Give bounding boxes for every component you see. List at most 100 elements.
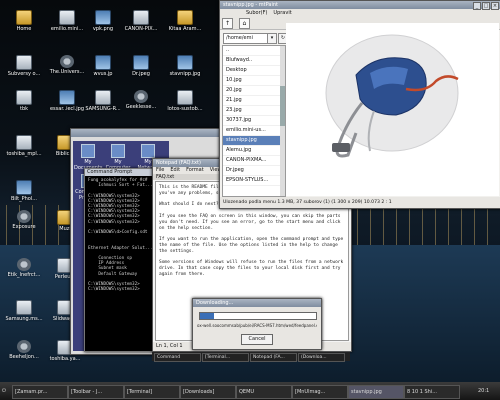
desktop-icon-label: SAMSUNG-R...: [85, 106, 121, 112]
file-list-item[interactable]: 20.jpg: [223, 86, 285, 96]
img-icon: [95, 55, 111, 70]
inner-task-button[interactable]: (Downloa...: [298, 353, 345, 362]
desktop-icon[interactable]: Kitaa Aram...: [164, 10, 206, 32]
shortcut-icon: [141, 144, 155, 158]
download-dialog[interactable]: Downloading... ox-well.soocommsab/pub/ei…: [192, 298, 322, 350]
inner-taskbar: Command [Terminal... Notepad (FA... (Downlo…: [152, 352, 350, 362]
image-viewer-menu-item[interactable]: Subor(F): [246, 10, 267, 16]
file-list-item[interactable]: 30737.jpg: [223, 116, 285, 126]
desktop-icon[interactable]: SAMSUNG-R...: [82, 90, 124, 112]
gear-icon: [17, 258, 31, 271]
desktop-icon-label: lotos-sustob...: [167, 106, 203, 112]
file-list-scrollbar[interactable]: [280, 46, 285, 196]
gear-icon: [134, 90, 148, 103]
desktop-icon[interactable]: Bilt_Phol...: [3, 180, 45, 202]
desktop-icon[interactable]: toshiba_mpl...: [3, 135, 45, 157]
cancel-button[interactable]: Cancel: [241, 334, 273, 345]
path-select[interactable]: /home/emi: [223, 33, 269, 44]
file-list-item[interactable]: emilio.mini-us...: [223, 126, 285, 136]
minimize-icon[interactable]: _: [473, 2, 481, 10]
up-arrow-icon[interactable]: ↑: [222, 18, 233, 29]
clock: 20:1: [478, 388, 490, 394]
taskbar-button[interactable]: 8 10 1 Shi...: [404, 385, 460, 399]
folder-icon: [16, 10, 32, 25]
desktop-icon[interactable]: Home: [3, 10, 45, 32]
image-viewer-window[interactable]: stavnipp.jpg - mtPaint _ □ × Subor(F) Uprav…: [219, 0, 500, 209]
desktop-icon-label: Home: [16, 26, 32, 32]
shortcut-icon: [111, 144, 125, 158]
desktop-icon[interactable]: Geeklesse...: [120, 90, 162, 110]
image-viewer-menubar: Subor(F) Upravit: [220, 9, 500, 17]
file-list-item[interactable]: 10.jpg: [223, 76, 285, 86]
file-manager-titlebar[interactable]: [71, 129, 221, 137]
inner-task-button[interactable]: Command: [154, 353, 201, 362]
desktop-icon-label: CANON-PIX...: [124, 26, 158, 32]
desktop-icon[interactable]: CANON-PIX...: [120, 10, 162, 32]
desktop-icon[interactable]: Samsung.ms...: [3, 300, 45, 322]
maximize-icon[interactable]: □: [482, 2, 490, 10]
download-title[interactable]: Downloading...: [193, 299, 321, 307]
file-list-item[interactable]: CANON-PIXMA...: [223, 156, 285, 166]
file-list-item[interactable]: ..: [223, 46, 285, 56]
desktop-icon-label: toshiba.ya...: [49, 356, 81, 362]
file-list-item[interactable]: Dr.jpeg: [223, 166, 285, 176]
desktop-icon[interactable]: vpk.png: [82, 10, 124, 32]
taskbar-button[interactable]: stavnipp.jpg: [348, 385, 404, 399]
home-icon[interactable]: ⌂: [238, 18, 250, 29]
chevron-down-icon[interactable]: ▾: [267, 33, 277, 44]
taskbar-button[interactable]: QEMU: [236, 385, 292, 399]
download-url: ox-well.soocommsab/pub/ei/RACS-MS7.htm/w…: [197, 323, 317, 328]
taskbar-button[interactable]: [Zamam.pr...: [12, 385, 68, 399]
desktop-icon[interactable]: wvus.jp: [82, 55, 124, 77]
close-icon[interactable]: ×: [491, 2, 499, 10]
file-list[interactable]: .. Blufwayd.. Desktop 10.jpg 20.jpg 21.jpg 23.…: [222, 45, 286, 197]
file-icon: [59, 10, 75, 25]
desktop-icon-label: toshiba_mpl...: [6, 151, 42, 157]
desktop-icon[interactable]: stavnipp.jpg: [164, 55, 206, 77]
shortcut-icon: [81, 144, 95, 158]
editor-menu-item[interactable]: Edit: [170, 167, 180, 173]
file-list-item[interactable]: stavnipp.jpg: [223, 136, 285, 146]
file-icon: [16, 300, 32, 315]
download-progress-bar: [199, 312, 317, 320]
taskbar-button[interactable]: [Terminal]: [124, 385, 180, 399]
editor-menu-item[interactable]: File: [156, 167, 164, 173]
file-list-item[interactable]: Desktop: [223, 66, 285, 76]
taskbar-button[interactable]: [Toolbar - J...: [68, 385, 124, 399]
folder-icon: [177, 10, 193, 25]
desktop-icon[interactable]: Exposure: [3, 210, 45, 230]
file-icon: [95, 90, 111, 105]
file-list-item[interactable]: EPSON-STYLUS...: [223, 176, 285, 186]
file-list-item[interactable]: Alemu.jpg: [223, 146, 285, 156]
img-icon: [133, 55, 149, 70]
shortcut-button[interactable]: My Computer: [104, 143, 132, 171]
inner-task-button[interactable]: [Terminal...: [202, 353, 249, 362]
image-viewer-menu-item[interactable]: Upravit: [273, 10, 291, 16]
file-icon: [16, 55, 32, 70]
desktop-icon-label: Subversy o...: [7, 71, 41, 77]
inner-task-button[interactable]: Notepad (FA...: [250, 353, 297, 362]
taskbar-button[interactable]: [Downloads]: [180, 385, 236, 399]
taskbar-button[interactable]: [MnUlmag...: [292, 385, 348, 399]
desktop-icon[interactable]: Subversy o...: [3, 55, 45, 77]
file-list-item[interactable]: 23.jpg: [223, 106, 285, 116]
file-list-item[interactable]: Blufwayd..: [223, 56, 285, 66]
shortcut-button[interactable]: My Documents: [74, 143, 103, 171]
device-photo: [325, 34, 459, 158]
desktop-icon[interactable]: Beeheljon...: [3, 340, 45, 360]
desktop-icon-label: wvus.jp: [93, 71, 113, 77]
scrollbar-thumb[interactable]: [280, 86, 285, 126]
menu-icon[interactable]: ⏻: [2, 386, 6, 396]
editor-menu-item[interactable]: Format: [186, 167, 204, 173]
desktop-icon[interactable]: lotos-sustob...: [164, 90, 206, 112]
file-list-item[interactable]: 21.jpg: [223, 96, 285, 106]
desktop-icon-label: Exposure: [12, 224, 36, 230]
desktop-icon[interactable]: tbk: [3, 90, 45, 112]
desktop-icon[interactable]: Etik_Inefrct...: [3, 258, 45, 278]
desktop-icon[interactable]: Dr.jpeg: [120, 55, 162, 77]
file-icon: [16, 90, 32, 105]
image-viewer-window-controls: _ □ ×: [472, 2, 499, 10]
image-viewer-titlebar[interactable]: stavnipp.jpg - mtPaint _ □ ×: [220, 1, 500, 10]
file-icon: [177, 90, 193, 105]
img-icon: [177, 55, 193, 70]
